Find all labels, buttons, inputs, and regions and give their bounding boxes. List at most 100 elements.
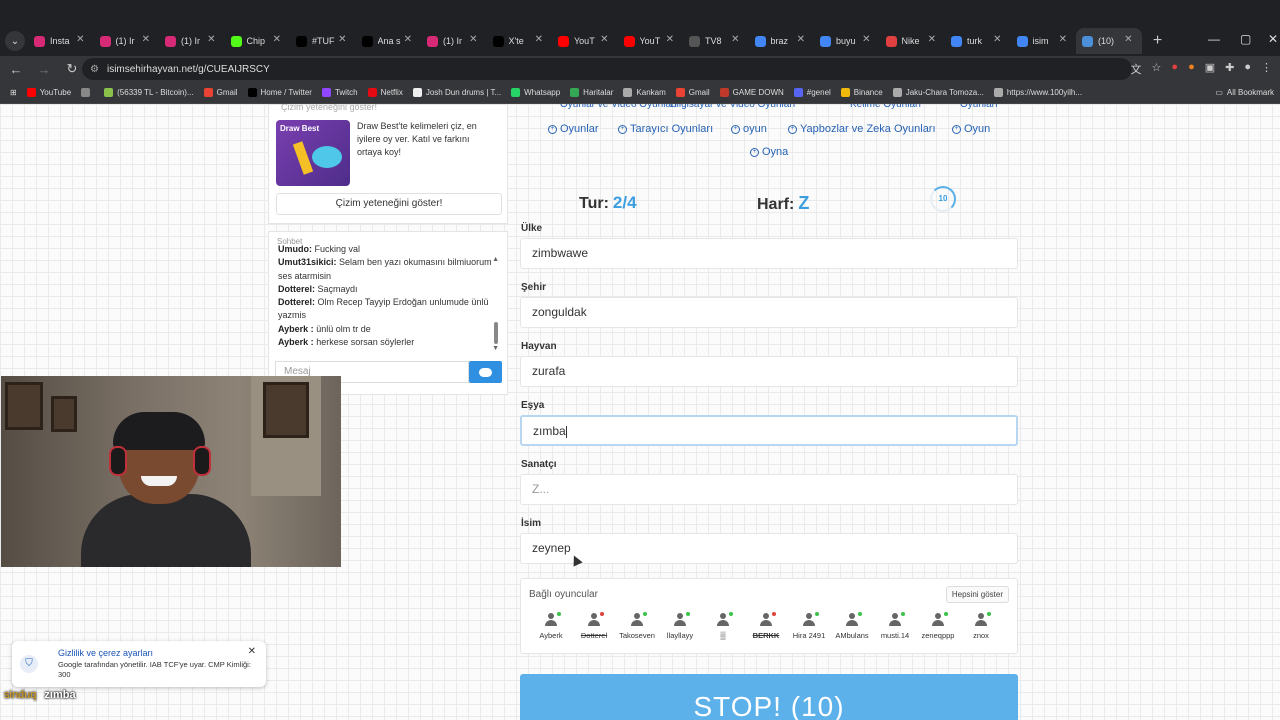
tab-close-icon[interactable]: ✕: [1059, 34, 1067, 45]
scroll-down-icon[interactable]: ▼: [492, 345, 499, 352]
category-tag[interactable]: + Oyna: [750, 146, 788, 158]
maximize-button[interactable]: ▢: [1240, 32, 1251, 46]
tab-close-icon[interactable]: ✕: [469, 34, 477, 45]
send-button[interactable]: [469, 361, 502, 383]
bookmark-item[interactable]: Whatsapp: [511, 88, 560, 97]
minimize-button[interactable]: —: [1208, 32, 1220, 46]
tab-close-icon[interactable]: ✕: [993, 34, 1001, 45]
tab-close-icon[interactable]: ✕: [666, 34, 674, 45]
cookie-title[interactable]: Gizlilik ve çerez ayarları: [58, 648, 153, 658]
category-tag[interactable]: Bilgisayar ve Video Oyunları: [670, 104, 795, 110]
tab-close-icon[interactable]: ✕: [142, 34, 150, 45]
player-item[interactable]: Hira 2491: [787, 612, 831, 640]
tab-close-icon[interactable]: ✕: [207, 34, 215, 45]
player-item[interactable]: Ayberk: [529, 612, 573, 640]
tab-close-icon[interactable]: ✕: [273, 34, 281, 45]
bookmark-item[interactable]: (56339 TL - Bitcoin)...: [104, 88, 194, 97]
browser-tab[interactable]: (10) ✕: [1076, 28, 1142, 54]
bookmark-item[interactable]: Binance: [840, 88, 883, 97]
answer-input[interactable]: zonguldak: [520, 297, 1018, 328]
browser-tab[interactable]: (1) Ir ✕: [421, 28, 487, 54]
tab-close-icon[interactable]: ✕: [862, 34, 870, 45]
category-tag[interactable]: Oyunları: [960, 104, 998, 110]
bookmark-item[interactable]: Gmail: [675, 88, 710, 97]
answer-input[interactable]: zeynep: [520, 533, 1018, 564]
browser-tab[interactable]: TV8 ✕: [683, 28, 749, 54]
player-item[interactable]: llayllayy: [658, 612, 702, 640]
new-tab-button[interactable]: +: [1146, 32, 1170, 50]
tab-close-icon[interactable]: ✕: [600, 34, 608, 45]
tab-close-icon[interactable]: ✕: [76, 34, 84, 45]
browser-tab[interactable]: Nike ✕: [880, 28, 946, 54]
extension-icon[interactable]: ●: [1188, 61, 1195, 77]
scroll-up-icon[interactable]: ▲: [492, 256, 499, 263]
browser-tab[interactable]: braz ✕: [749, 28, 815, 54]
browser-tab[interactable]: Chip ✕: [225, 28, 291, 54]
bookmark-item[interactable]: Twitch: [321, 88, 358, 97]
player-item[interactable]: Takoseven: [615, 612, 659, 640]
browser-tab[interactable]: isim ✕: [1011, 28, 1077, 54]
player-item[interactable]: znox: [959, 612, 1003, 640]
tab-close-icon[interactable]: ✕: [535, 34, 543, 45]
bookmark-star-icon[interactable]: ☆: [1152, 61, 1162, 77]
bookmark-item[interactable]: https://www.100yilh...: [993, 88, 1082, 97]
site-info-icon[interactable]: ⚙: [90, 64, 99, 75]
player-item[interactable]: ▒: [701, 612, 745, 640]
all-bookmarks[interactable]: ▭ All Bookmark: [1215, 88, 1274, 97]
menu-icon[interactable]: ⋮: [1261, 61, 1272, 77]
category-tag[interactable]: + Yapbozlar ve Zeka Oyunları: [788, 123, 936, 135]
browser-tab[interactable]: X'te ✕: [487, 28, 553, 54]
bookmark-item[interactable]: Haritalar: [570, 88, 613, 97]
bookmark-item[interactable]: #genel: [793, 88, 831, 97]
category-tag[interactable]: + Oyunlar: [548, 123, 599, 135]
answer-input[interactable]: zurafa: [520, 356, 1018, 387]
extension-icon[interactable]: ▣: [1205, 61, 1215, 77]
bookmark-item[interactable]: Josh Dun drums | T...: [412, 88, 501, 97]
close-window-button[interactable]: ✕: [1268, 32, 1278, 46]
bookmark-item[interactable]: [81, 88, 94, 97]
answer-input[interactable]: zimbwawe: [520, 238, 1018, 269]
bookmark-item[interactable]: Kankam: [623, 88, 666, 97]
player-item[interactable]: musti.14: [873, 612, 917, 640]
answer-input[interactable]: Z...: [520, 474, 1018, 505]
browser-tab[interactable]: YouT ✕: [552, 28, 618, 54]
apps-icon[interactable]: ⊞: [10, 88, 17, 97]
player-item[interactable]: AMbulans: [830, 612, 874, 640]
category-tag[interactable]: + Tarayıcı Oyunları: [618, 123, 713, 135]
tab-search-button[interactable]: ⌄: [5, 31, 25, 51]
tab-close-icon[interactable]: ✕: [404, 34, 412, 45]
draw-best-button[interactable]: Çizim yeteneğini göster!: [276, 193, 502, 215]
category-tag[interactable]: + oyun: [731, 123, 767, 135]
reload-icon[interactable]: ↻: [60, 61, 84, 77]
stop-button[interactable]: STOP! (10): [520, 674, 1018, 720]
tab-close-icon[interactable]: ✕: [797, 34, 805, 45]
puzzle-icon[interactable]: ✚: [1225, 61, 1234, 77]
bookmark-item[interactable]: GAME DOWN: [719, 88, 784, 97]
player-item[interactable]: zeneqppp: [916, 612, 960, 640]
browser-tab[interactable]: (1) Ir ✕: [94, 28, 160, 54]
draw-best-image[interactable]: Draw Best: [276, 120, 350, 186]
tab-close-icon[interactable]: ✕: [1124, 34, 1132, 45]
browser-tab[interactable]: Ana s ✕: [356, 28, 422, 54]
browser-tab[interactable]: (1) Ir ✕: [159, 28, 225, 54]
chat-scrollbar[interactable]: [494, 322, 498, 344]
translate-icon[interactable]: 文: [1131, 61, 1142, 77]
browser-tab[interactable]: Insta ✕: [28, 28, 94, 54]
address-bar[interactable]: ⚙ isimsehirhayvan.net/g/CUEAIJRSCY: [82, 58, 1132, 80]
bookmark-item[interactable]: Gmail: [203, 88, 238, 97]
category-tag[interactable]: Oyunlar ve Video Oyunları: [560, 104, 677, 110]
category-tag[interactable]: + Oyun: [952, 123, 990, 135]
player-item[interactable]: BERKK: [744, 612, 788, 640]
browser-tab[interactable]: buyu ✕: [814, 28, 880, 54]
bookmark-item[interactable]: Home / Twitter: [247, 88, 312, 97]
profile-icon[interactable]: ●: [1244, 61, 1251, 77]
bookmark-item[interactable]: Jaku-Chara Tomoza...: [892, 88, 984, 97]
close-icon[interactable]: ✕: [248, 646, 256, 657]
tab-close-icon[interactable]: ✕: [338, 34, 346, 45]
player-item[interactable]: Dotterel: [572, 612, 616, 640]
browser-tab[interactable]: turk ✕: [945, 28, 1011, 54]
back-icon[interactable]: ←: [4, 62, 28, 77]
bookmark-item[interactable]: Netflix: [367, 88, 403, 97]
answer-input[interactable]: zımba: [520, 415, 1018, 446]
tab-close-icon[interactable]: ✕: [731, 34, 739, 45]
